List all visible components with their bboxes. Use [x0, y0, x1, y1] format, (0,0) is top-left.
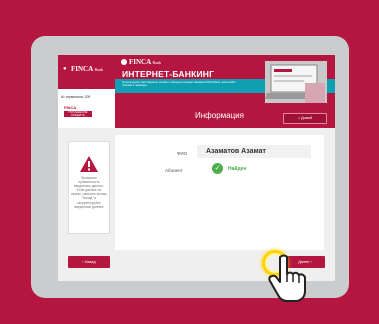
banner-title: ИНТЕРНЕТ-БАНКИНГ	[122, 69, 215, 79]
banner-logo-icon	[121, 59, 127, 65]
tab-label-line2: КРЕДИТА	[71, 113, 85, 117]
logo-text: FINCA	[71, 65, 93, 73]
banner-logo: FINCA Bank	[121, 58, 161, 66]
info-bar: Информация ⌂ Домой	[115, 106, 335, 128]
header-left: ● FINCA Bank № терминала: 209 FINCA ПОГА…	[58, 55, 115, 128]
brand-logo: ● FINCA Bank	[58, 55, 115, 89]
terminal-screen: ● FINCA Bank № терминала: 209 FINCA ПОГА…	[58, 55, 335, 281]
warning-icon	[80, 156, 98, 172]
tab-label: ПОГАШЕНИЕ КРЕДИТА	[64, 111, 92, 117]
terminal-number: № терминала: 209	[61, 95, 91, 99]
warning-text: Проверьте правильность введенных данных.…	[71, 176, 107, 209]
fio-label: ФИО	[177, 151, 188, 156]
home-button[interactable]: ⌂ Домой	[283, 113, 327, 124]
back-button[interactable]: ‹ Назад	[68, 256, 110, 268]
check-icon: ✓	[212, 163, 223, 174]
warning-panel: Проверьте правильность введенных данных.…	[68, 141, 110, 234]
banner-text: Контролируйте свои финансы онлайн с помо…	[122, 81, 236, 88]
home-button-label: Домой	[301, 116, 313, 120]
internet-banking-banner: FINCA Bank ИНТЕРНЕТ-БАНКИНГ Контролируйт…	[115, 55, 335, 106]
info-panel: ФИО Азаматов Азамат Абонент ✓ Найден	[115, 135, 324, 250]
found-status: Найден	[228, 166, 247, 172]
pointer-hand-icon	[268, 254, 306, 302]
tab-loan-repayment[interactable]: FINCA ПОГАШЕНИЕ КРЕДИТА	[58, 103, 115, 128]
laptop-icon	[265, 61, 327, 103]
logo-small-text: Bank	[94, 67, 103, 72]
subscriber-label: Абонент	[165, 168, 183, 173]
fio-value: Азаматов Азамат	[197, 145, 311, 158]
page-title: Информация	[195, 111, 244, 120]
logo-mark-icon: ●	[63, 66, 67, 72]
